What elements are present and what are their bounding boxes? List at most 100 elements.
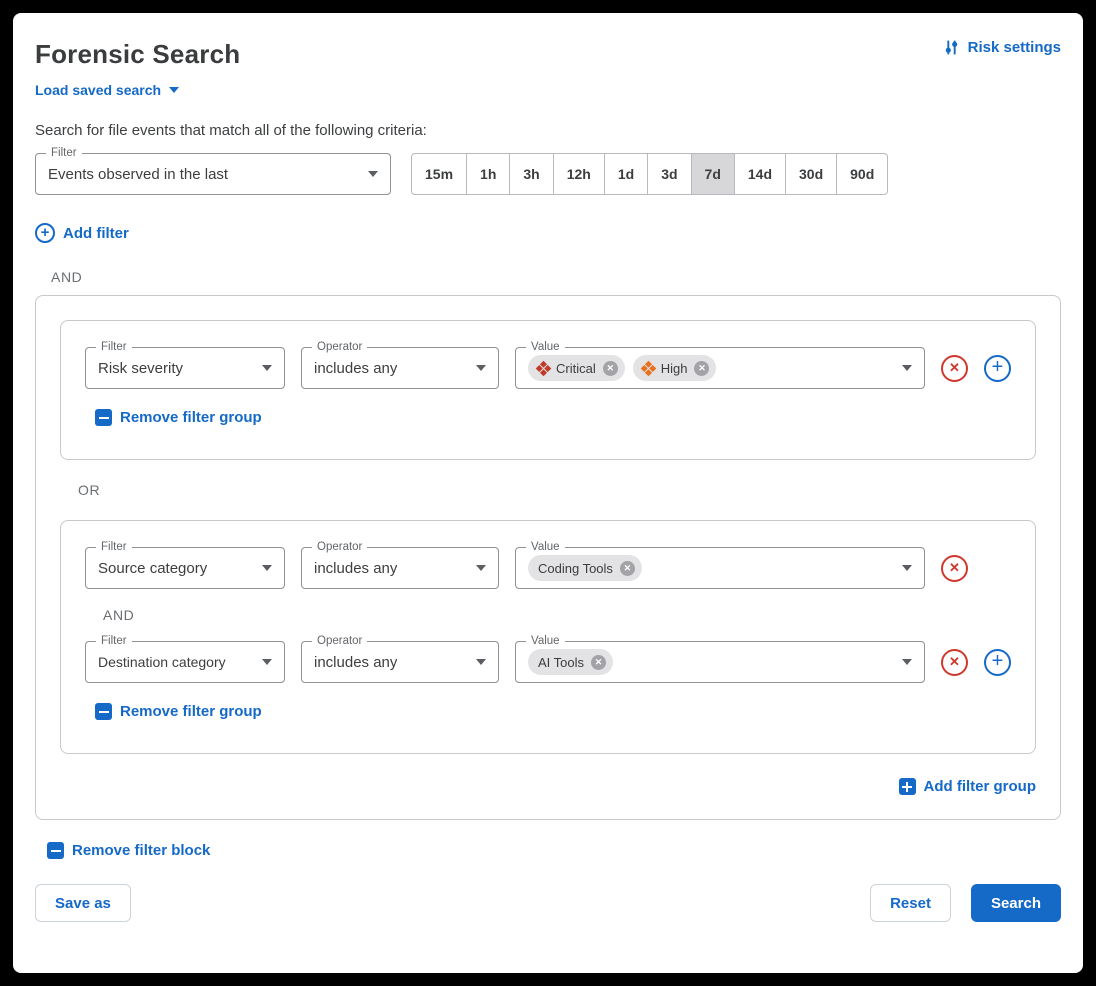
- add-filter-group-button[interactable]: Add filter group: [899, 778, 1037, 795]
- chevron-down-icon: [169, 87, 179, 93]
- filter-row: Filter Risk severity Operator includes a…: [85, 347, 1011, 389]
- filter-select[interactable]: Filter Risk severity: [85, 347, 285, 389]
- load-saved-search-button[interactable]: Load saved search: [35, 82, 179, 98]
- value-multiselect[interactable]: Value AI Tools ✕: [515, 641, 925, 683]
- operator-field-label: Operator: [312, 341, 367, 353]
- time-option-14d[interactable]: 14d: [735, 153, 786, 195]
- chevron-down-icon: [902, 365, 912, 371]
- operator-select[interactable]: Operator includes any: [301, 547, 499, 589]
- save-as-button[interactable]: Save as: [35, 884, 131, 922]
- filter-field-value: Destination category: [98, 654, 226, 670]
- chip-remove-icon[interactable]: ✕: [603, 361, 618, 376]
- operator-field-value: includes any: [314, 360, 397, 377]
- filter-group-1: Filter Risk severity Operator includes a…: [60, 320, 1036, 460]
- remove-filter-row-button[interactable]: ✕: [941, 555, 968, 582]
- filter-select[interactable]: Filter Source category: [85, 547, 285, 589]
- forensic-search-page: Forensic Search Risk settings Load saved…: [13, 13, 1083, 973]
- time-filter-value: Events observed in the last: [48, 166, 228, 183]
- filter-group-2: Filter Source category Operator includes…: [60, 520, 1036, 754]
- operator-field-label: Operator: [312, 635, 367, 647]
- remove-filter-group-button[interactable]: Remove filter group: [95, 703, 262, 720]
- chip-label: Critical: [556, 361, 596, 376]
- remove-filter-block-label: Remove filter block: [72, 842, 210, 859]
- minus-box-icon: [95, 703, 112, 720]
- value-multiselect[interactable]: Value Critical ✕ High ✕: [515, 347, 925, 389]
- chip-remove-icon[interactable]: ✕: [591, 655, 606, 670]
- filter-field-value: Risk severity: [98, 360, 183, 377]
- chevron-down-icon: [476, 659, 486, 665]
- risk-settings-label: Risk settings: [968, 39, 1061, 56]
- time-option-7d-selected[interactable]: 7d: [692, 153, 735, 195]
- and-connector-inner: AND: [103, 607, 1011, 623]
- or-connector: OR: [78, 482, 1036, 498]
- chip-ai-tools: AI Tools ✕: [528, 649, 613, 675]
- chevron-down-icon: [262, 659, 272, 665]
- remove-filter-group-label: Remove filter group: [120, 409, 262, 426]
- time-option-3h[interactable]: 3h: [510, 153, 553, 195]
- chip-label: High: [661, 361, 688, 376]
- chip-critical: Critical ✕: [528, 355, 625, 381]
- minus-box-icon: [95, 409, 112, 426]
- search-button[interactable]: Search: [971, 884, 1061, 922]
- chip-list: Critical ✕ High ✕: [528, 355, 716, 381]
- chevron-down-icon: [476, 565, 486, 571]
- time-option-1d[interactable]: 1d: [605, 153, 648, 195]
- remove-filter-row-button[interactable]: ✕: [941, 649, 968, 676]
- filter-row: Filter Source category Operator includes…: [85, 547, 1011, 589]
- operator-field-label: Operator: [312, 541, 367, 553]
- chip-remove-icon[interactable]: ✕: [694, 361, 709, 376]
- chevron-down-icon: [902, 565, 912, 571]
- value-field-label: Value: [526, 341, 565, 353]
- risk-settings-link[interactable]: Risk settings: [943, 39, 1061, 56]
- time-filter-select[interactable]: Filter Events observed in the last: [35, 153, 391, 195]
- time-option-1h[interactable]: 1h: [467, 153, 510, 195]
- chip-list: Coding Tools ✕: [528, 555, 642, 581]
- operator-select[interactable]: Operator includes any: [301, 641, 499, 683]
- load-saved-search-label: Load saved search: [35, 82, 161, 98]
- and-connector: AND: [51, 269, 1061, 285]
- severity-critical-icon: [536, 360, 552, 376]
- filter-field-label: Filter: [96, 541, 132, 553]
- plus-box-icon: [899, 778, 916, 795]
- risk-settings-icon: [943, 39, 960, 56]
- chevron-down-icon: [262, 365, 272, 371]
- chip-coding-tools: Coding Tools ✕: [528, 555, 642, 581]
- filter-field-label: Filter: [96, 635, 132, 647]
- add-filter-group-label: Add filter group: [924, 778, 1037, 795]
- time-option-15m[interactable]: 15m: [411, 153, 467, 195]
- operator-field-value: includes any: [314, 560, 397, 577]
- chevron-down-icon: [476, 365, 486, 371]
- remove-filter-block-button[interactable]: Remove filter block: [47, 842, 210, 859]
- remove-filter-row-button[interactable]: ✕: [941, 355, 968, 382]
- criteria-text: Search for file events that match all of…: [35, 122, 1061, 139]
- add-filter-label: Add filter: [63, 225, 129, 242]
- plus-circle-icon: +: [35, 223, 55, 243]
- time-filter-label: Filter: [46, 147, 82, 159]
- reset-button[interactable]: Reset: [870, 884, 951, 922]
- page-title: Forensic Search: [35, 39, 240, 70]
- filter-field-value: Source category: [98, 560, 207, 577]
- time-option-30d[interactable]: 30d: [786, 153, 837, 195]
- add-filter-row-button[interactable]: +: [984, 355, 1011, 382]
- add-filter-button[interactable]: + Add filter: [35, 223, 129, 243]
- remove-filter-group-button[interactable]: Remove filter group: [95, 409, 262, 426]
- time-option-90d[interactable]: 90d: [837, 153, 888, 195]
- chip-label: Coding Tools: [538, 561, 613, 576]
- chip-high: High ✕: [633, 355, 717, 381]
- time-range-segmented-control: 15m 1h 3h 12h 1d 3d 7d 14d 30d 90d: [411, 153, 888, 195]
- value-multiselect[interactable]: Value Coding Tools ✕: [515, 547, 925, 589]
- chevron-down-icon: [368, 171, 378, 177]
- filter-select[interactable]: Filter Destination category: [85, 641, 285, 683]
- time-option-12h[interactable]: 12h: [554, 153, 605, 195]
- operator-select[interactable]: Operator includes any: [301, 347, 499, 389]
- severity-high-icon: [640, 360, 656, 376]
- chevron-down-icon: [262, 565, 272, 571]
- filter-field-label: Filter: [96, 341, 132, 353]
- chip-list: AI Tools ✕: [528, 649, 613, 675]
- add-filter-row-button[interactable]: +: [984, 649, 1011, 676]
- value-field-label: Value: [526, 635, 565, 647]
- chip-remove-icon[interactable]: ✕: [620, 561, 635, 576]
- time-option-3d[interactable]: 3d: [648, 153, 691, 195]
- chevron-down-icon: [902, 659, 912, 665]
- filter-row: Filter Destination category Operator inc…: [85, 641, 1011, 683]
